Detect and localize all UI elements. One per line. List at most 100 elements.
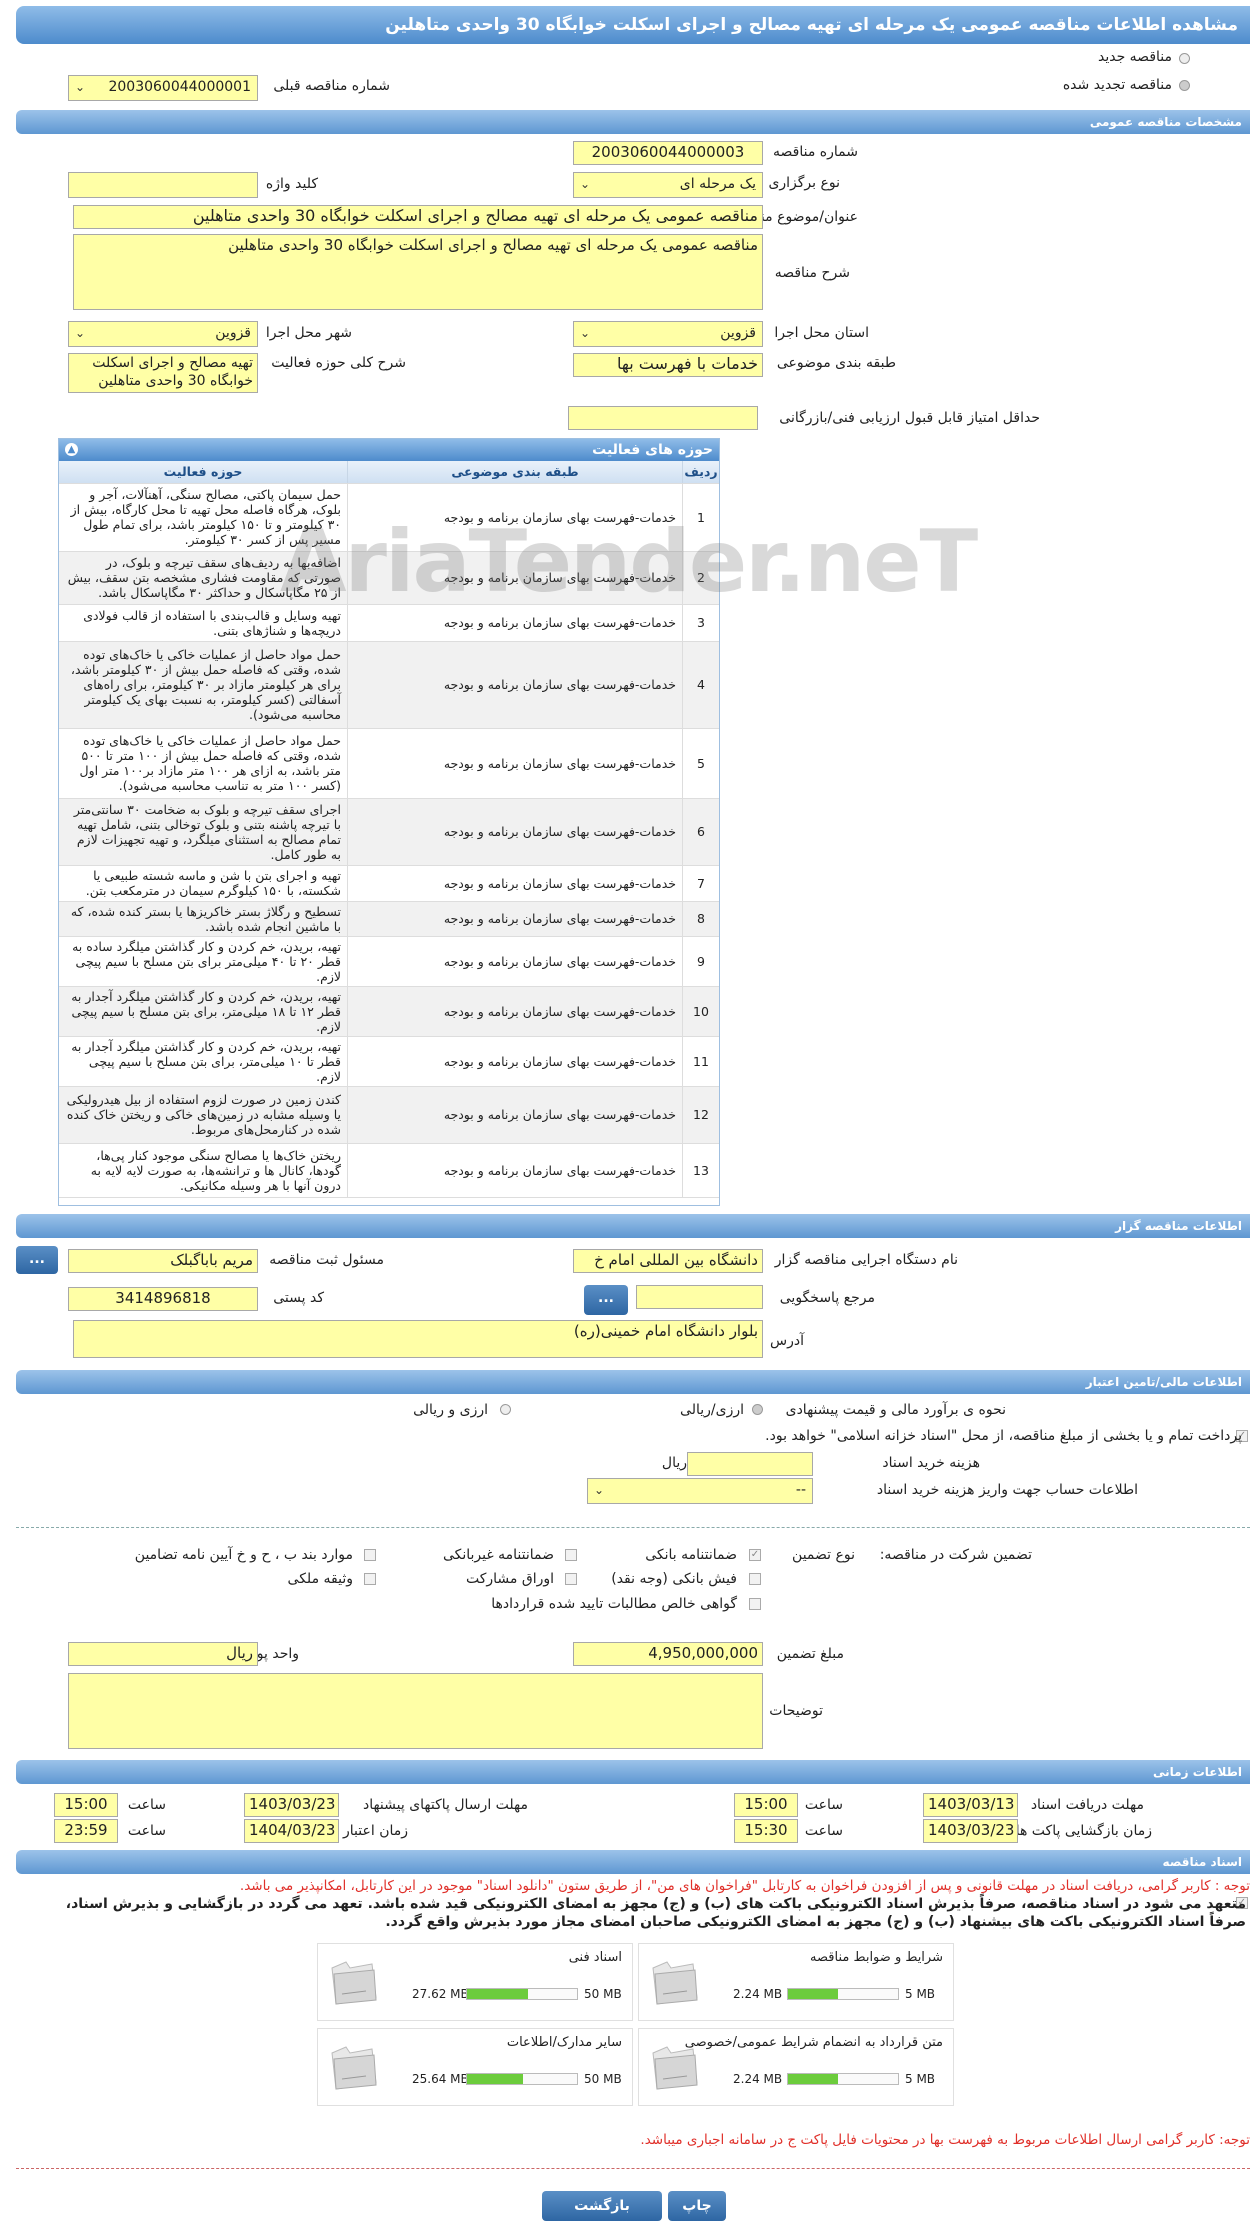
chevron-down-icon: ⌄ — [75, 80, 86, 94]
receive-time-label: ساعت — [804, 1797, 843, 1813]
description-field[interactable]: مناقصه عمومی یک مرحله ای تهیه مصالح و اج… — [73, 234, 763, 310]
keyword-label: کلید واژه — [265, 176, 318, 192]
activity-cell: تهیه، بریدن، خم کردن و کار گذاشتن میلگرد… — [59, 1036, 348, 1087]
activity-desc-field[interactable]: تهیه مصالح و اجرای اسکلت خوابگاه 30 واحد… — [68, 353, 258, 393]
nonbank-guarantee-checkbox[interactable] — [565, 1549, 577, 1561]
collapse-icon[interactable]: ▲ — [65, 443, 78, 456]
new-tender-label: مناقصه جدید — [1097, 49, 1172, 65]
address-field[interactable]: بلوار دانشگاه امام خمینی(ره) — [73, 1320, 763, 1358]
renewed-tender-radio[interactable] — [1179, 80, 1190, 91]
file-name: شرایط و ضوابط مناقصه — [810, 1950, 943, 1965]
col-category: طبقه بندی موضوعی — [347, 461, 683, 484]
estimate-opt1-radio[interactable] — [752, 1404, 763, 1415]
file-max-size: 5 MB — [905, 2072, 936, 2086]
notes-field[interactable] — [68, 1673, 763, 1749]
postal-field[interactable]: 3414896818 — [68, 1287, 258, 1311]
cash-receipt-checkbox[interactable] — [749, 1573, 761, 1585]
open-time-field[interactable]: 15:30 — [734, 1819, 798, 1843]
folder-icon — [647, 1954, 701, 2010]
org-field[interactable]: دانشگاه بین المللی امام خ — [573, 1249, 763, 1273]
bank-guarantee-label: ضمانتنامه بانکی — [645, 1547, 737, 1563]
valid-date-field[interactable]: 1404/03/23 — [244, 1819, 339, 1843]
keyword-field[interactable] — [68, 172, 258, 198]
city-label: شهر محل اجرا — [265, 325, 352, 341]
hold-type-select[interactable]: ⌄ یک مرحله ای — [573, 172, 763, 198]
activity-cell: تهیه، بریدن، خم کردن و کار گذاشتن میلگرد… — [59, 986, 348, 1037]
activity-cell: تسطیح و رگلاژ بستر خاکریزها یا بستر کنده… — [59, 901, 348, 937]
min-score-field[interactable] — [568, 406, 758, 430]
province-select[interactable]: ⌄ قزوین — [573, 321, 763, 347]
send-date-field[interactable]: 1403/03/23 — [244, 1793, 339, 1817]
receive-label: مهلت دریافت اسناد — [1030, 1797, 1144, 1813]
clauses-checkbox[interactable] — [364, 1549, 376, 1561]
activity-cell: اجرای سقف تیرچه و بلوک به ضخامت ۳۰ سانتی… — [59, 798, 348, 866]
ref-label: مرجع پاسخگویی — [779, 1290, 875, 1306]
commit-line1: متعهد می شود در اسناد مناقصه، صرفاً بذیر… — [65, 1896, 1246, 1912]
file-size: 25.64 MB — [412, 2072, 469, 2086]
doc-cost-currency: ریال — [661, 1455, 687, 1471]
chevron-down-icon: ⌄ — [75, 326, 86, 340]
treasury-text: پرداخت تمام و یا بخشی از مبلغ مناقصه، از… — [765, 1428, 1242, 1444]
account-value: -- — [795, 1482, 806, 1498]
category-cell: خدمات-فهرست بهای سازمان برنامه و بودجه — [347, 901, 683, 937]
file-size: 2.24 MB — [733, 1987, 783, 2001]
receive-time-field[interactable]: 15:00 — [734, 1793, 798, 1817]
activity-cell: حمل مواد حاصل از عملیات خاکی یا خاک‌های … — [59, 641, 348, 729]
document-file-card[interactable]: اسناد فنی 27.62 MB 50 MB — [317, 1943, 633, 2021]
clauses-label: موارد بند ب ، ح و خ آیین نامه تضامین — [134, 1547, 353, 1563]
guarantee-amount-field[interactable]: 4,950,000,000 — [573, 1642, 763, 1666]
category-cell: خدمات-فهرست بهای سازمان برنامه و بودجه — [347, 728, 683, 799]
table-row: حمل مواد حاصل از عملیات خاکی یا خاک‌های … — [59, 728, 719, 799]
row-number-cell: 7 — [682, 865, 719, 902]
notes-label: توضیحات — [769, 1703, 823, 1719]
category-cell: خدمات-فهرست بهای سازمان برنامه و بودجه — [347, 798, 683, 866]
activity-cell: ریختن خاک‌ها یا مصالح سنگی موجود کنار پی… — [59, 1143, 348, 1198]
tender-number-field[interactable]: 2003060044000003 — [573, 141, 763, 165]
bonds-label: اوراق مشارکت — [465, 1571, 554, 1587]
account-label: اطلاعات حساب جهت واریز هزینه خرید اسناد — [876, 1482, 1138, 1498]
row-number-cell: 8 — [682, 901, 719, 937]
city-select[interactable]: ⌄ قزوین — [68, 321, 258, 347]
ref-lookup-button[interactable]: ... — [584, 1285, 628, 1315]
document-file-card[interactable]: شرایط و ضوابط مناقصه 2.24 MB 5 MB — [638, 1943, 954, 2021]
open-date-field[interactable]: 1403/03/23 — [923, 1819, 1018, 1843]
back-button[interactable]: بازگشت — [542, 2191, 662, 2221]
print-button[interactable]: چاپ — [668, 2191, 726, 2221]
account-select[interactable]: ⌄ -- — [587, 1478, 813, 1504]
table-row: تهیه و اجرای بتن با شن و ماسه شسته طبیعی… — [59, 865, 719, 902]
registrar-field[interactable]: مریم باباگبلک — [68, 1249, 258, 1273]
claims-checkbox[interactable] — [749, 1598, 761, 1610]
row-number-cell: 13 — [682, 1143, 719, 1198]
prev-number-label: شماره مناقصه قبلی — [273, 78, 390, 94]
send-time-field[interactable]: 15:00 — [54, 1793, 118, 1817]
valid-time-label: ساعت — [127, 1823, 166, 1839]
claims-label: گواهی خالص مطالبات تایید شده قراردادها — [491, 1596, 737, 1612]
col-activity: حوزه فعالیت — [59, 461, 348, 484]
subject-field[interactable]: مناقصه عمومی یک مرحله ای تهیه مصالح و اج… — [73, 205, 763, 229]
document-file-card[interactable]: متن قرارداد به انضمام شرایط عمومی/خصوصی 2… — [638, 2028, 954, 2106]
ref-field[interactable] — [636, 1285, 763, 1309]
open-label: زمان بازگشایی پاکت ها — [1015, 1823, 1152, 1839]
bank-guarantee-checkbox[interactable]: ✓ — [749, 1549, 761, 1561]
estimate-opt2-radio[interactable] — [500, 1404, 511, 1415]
bonds-checkbox[interactable] — [565, 1573, 577, 1585]
receive-date-field[interactable]: 1403/03/13 — [923, 1793, 1018, 1817]
unit-field[interactable]: ریال — [68, 1642, 258, 1666]
registrar-lookup-button[interactable]: ... — [16, 1246, 58, 1274]
document-file-card[interactable]: سایر مدارک/اطلاعات 25.64 MB 50 MB — [317, 2028, 633, 2106]
activity-cell: تهیه و اجرای بتن با شن و ماسه شسته طبیعی… — [59, 865, 348, 902]
hold-type-value: یک مرحله ای — [679, 176, 756, 192]
row-number-cell: 4 — [682, 641, 719, 729]
valid-time-field[interactable]: 23:59 — [54, 1819, 118, 1843]
folder-icon — [326, 2039, 380, 2095]
estimate-opt2-label: ارزی و ریالی — [413, 1402, 488, 1418]
new-tender-radio[interactable] — [1179, 53, 1190, 64]
category-field[interactable]: خدمات با فهرست بها — [573, 353, 763, 377]
doc-cost-field[interactable] — [687, 1452, 813, 1476]
property-checkbox[interactable] — [364, 1573, 376, 1585]
prev-number-select[interactable]: ⌄ 2003060044000001 — [68, 75, 258, 101]
chevron-down-icon: ⌄ — [594, 1483, 605, 1497]
activity-cell: تهیه، بریدن، خم کردن و کار گذاشتن میلگرد… — [59, 936, 348, 987]
row-number-cell: 10 — [682, 986, 719, 1037]
category-cell: خدمات-فهرست بهای سازمان برنامه و بودجه — [347, 1086, 683, 1144]
